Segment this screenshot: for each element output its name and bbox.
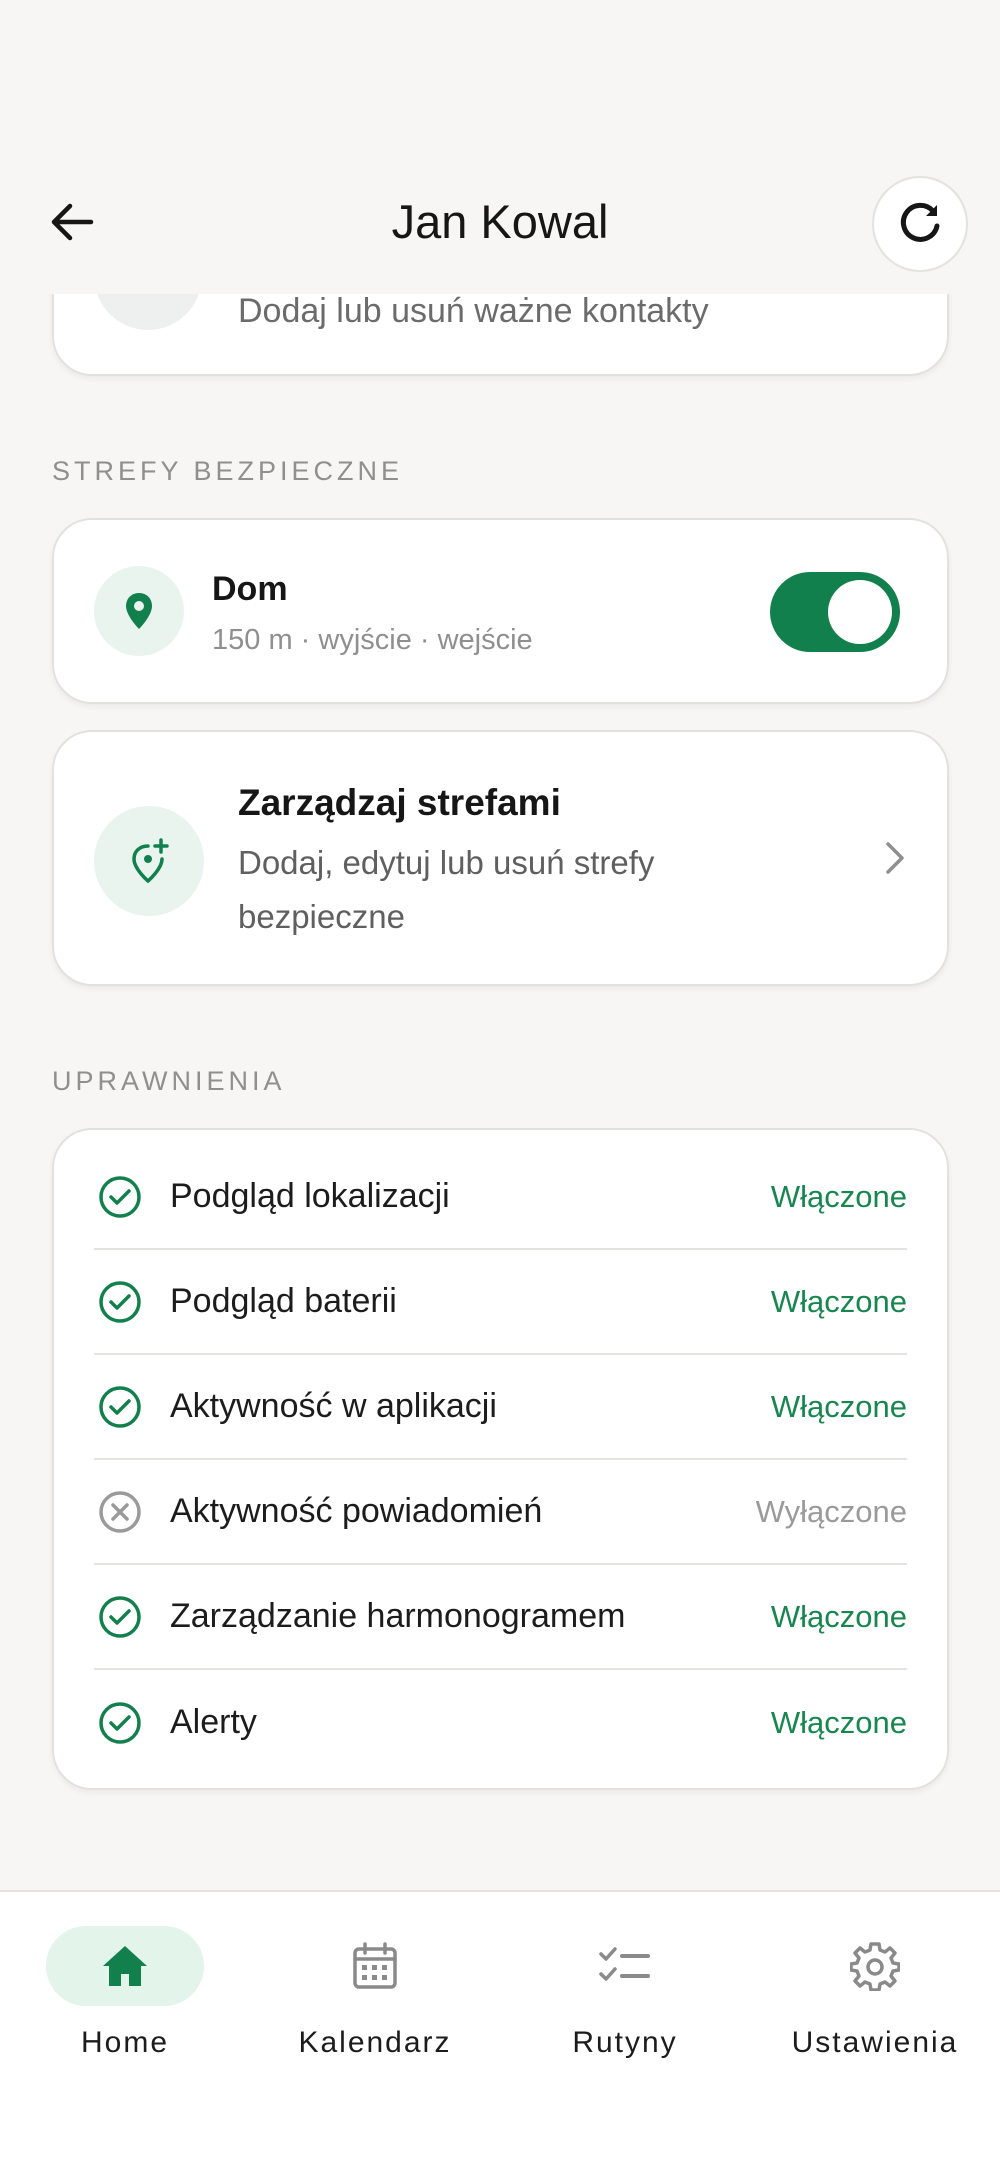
permission-row[interactable]: Alerty Włączone <box>94 1670 907 1775</box>
permission-label: Aktywność powiadomień <box>170 1492 543 1530</box>
permission-row[interactable]: Zarządzanie harmonogramem Włączone <box>94 1565 907 1670</box>
toggle-knob <box>828 580 892 644</box>
calendar-icon <box>353 1942 397 1989</box>
permission-status: Włączone <box>770 1704 907 1740</box>
page-title: Jan Kowal <box>391 195 609 248</box>
permission-status: Włączone <box>770 1178 907 1214</box>
refresh-button[interactable] <box>872 176 968 272</box>
zone-card-home[interactable]: Dom 150 m · wyjście · wejście <box>52 518 949 704</box>
check-circle-icon <box>99 1280 141 1323</box>
home-icon <box>103 1946 147 1986</box>
nav-item-calendar[interactable]: Kalendarz <box>250 1926 500 2076</box>
permissions-card: Podgląd lokalizacji Włączone Podgląd bater… <box>52 1128 949 1790</box>
nav-item-home[interactable]: Home <box>0 1926 250 2076</box>
contacts-subtitle: Dodaj lub usuń ważne kontakty <box>238 292 709 330</box>
zone-name: Dom <box>212 570 288 608</box>
nav-pill-routines <box>546 1926 704 2006</box>
nav-pill-home <box>46 1926 204 2006</box>
manage-zones-title: Zarządzaj strefami <box>238 782 561 823</box>
section-label-safe-zones: STREFY BEZPIECZNE <box>52 456 404 486</box>
permission-label: Alerty <box>170 1703 257 1741</box>
x-circle-icon <box>99 1490 141 1533</box>
zone-icon-wrap <box>94 566 184 656</box>
permission-row[interactable]: Aktywność w aplikacji Włączone <box>94 1355 907 1460</box>
permission-label: Podgląd baterii <box>170 1282 397 1320</box>
permission-label: Podgląd lokalizacji <box>170 1177 450 1215</box>
chevron-right-icon <box>886 842 904 874</box>
permission-status: Wyłączone <box>755 1493 907 1529</box>
permission-label: Aktywność w aplikacji <box>170 1387 497 1425</box>
gear-icon <box>850 1942 900 1991</box>
section-label-permissions: UPRAWNIENIA <box>52 1066 286 1096</box>
header: Jan Kowal <box>0 0 1000 294</box>
permission-row[interactable]: Podgląd baterii Włączone <box>94 1250 907 1355</box>
nav-label-calendar: Kalendarz <box>298 2026 452 2059</box>
permission-label: Zarządzanie harmonogramem <box>170 1597 626 1635</box>
nav-pill-settings <box>796 1926 954 2006</box>
nav-item-routines[interactable]: Rutyny <box>500 1926 750 2076</box>
refresh-icon <box>900 202 940 242</box>
nav-item-settings[interactable]: Ustawienia <box>750 1926 1000 2076</box>
add-location-icon <box>132 838 169 884</box>
nav-label-home: Home <box>80 2026 170 2059</box>
permission-status: Włączone <box>770 1283 907 1319</box>
zone-meta: 150 m · wyjście · wejście <box>212 624 533 656</box>
check-circle-icon <box>99 1701 141 1744</box>
bottom-navigation: Home Kalendarz Rutyny Ustawienia <box>0 1890 1000 2174</box>
permission-status: Włączone <box>770 1388 907 1424</box>
nav-pill-calendar <box>296 1926 454 2006</box>
nav-label-routines: Rutyny <box>572 2026 678 2059</box>
manage-zones-card[interactable]: Zarządzaj strefami Dodaj, edytuj lub usu… <box>52 730 949 986</box>
nav-label-settings: Ustawienia <box>791 2026 959 2059</box>
location-pin-icon <box>126 593 152 629</box>
permission-row[interactable]: Aktywność powiadomień Wyłączone <box>94 1460 907 1565</box>
check-circle-icon <box>99 1385 141 1428</box>
permission-row[interactable]: Podgląd lokalizacji Włączone <box>94 1145 907 1250</box>
manage-zones-icon-wrap <box>94 806 204 916</box>
check-circle-icon <box>99 1595 141 1638</box>
manage-zones-description: Dodaj, edytuj lub usuń strefy bezpieczne <box>238 844 655 935</box>
checklist-icon <box>599 1947 650 1981</box>
check-circle-icon <box>99 1175 141 1218</box>
permission-status: Włączone <box>770 1598 907 1634</box>
zone-toggle[interactable] <box>770 572 900 652</box>
